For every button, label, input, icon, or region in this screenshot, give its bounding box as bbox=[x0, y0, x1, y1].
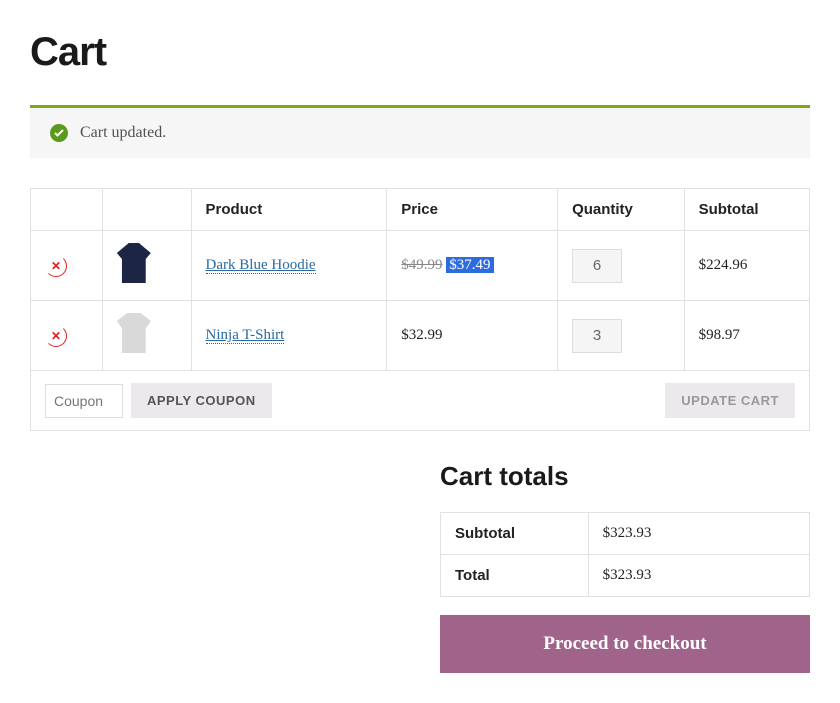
cart-totals: Cart totals Subtotal $323.93 Total $323.… bbox=[440, 461, 810, 673]
total-label: Total bbox=[441, 555, 589, 597]
quantity-input[interactable] bbox=[572, 319, 622, 353]
remove-button[interactable] bbox=[45, 325, 67, 347]
product-thumbnail[interactable] bbox=[117, 313, 151, 353]
checkout-button[interactable]: Proceed to checkout bbox=[440, 615, 810, 673]
col-thumb bbox=[102, 189, 191, 231]
notice-banner: Cart updated. bbox=[30, 105, 810, 158]
price-sale: $37.49 bbox=[446, 257, 493, 273]
notice-text: Cart updated. bbox=[80, 124, 166, 142]
subtotal-cell: $224.96 bbox=[684, 231, 809, 301]
price-original: $49.99 bbox=[401, 257, 442, 273]
subtotal-cell: $98.97 bbox=[684, 301, 809, 371]
product-link[interactable]: Ninja T-Shirt bbox=[206, 327, 285, 344]
price-cell: $49.99 $37.49 bbox=[387, 231, 558, 301]
product-link[interactable]: Dark Blue Hoodie bbox=[206, 257, 316, 274]
quantity-input[interactable] bbox=[572, 249, 622, 283]
col-price: Price bbox=[387, 189, 558, 231]
total-value: $323.93 bbox=[588, 555, 809, 597]
update-cart-button[interactable]: Update Cart bbox=[665, 383, 795, 418]
subtotal-value: $323.93 bbox=[588, 513, 809, 555]
col-remove bbox=[31, 189, 103, 231]
coupon-input[interactable] bbox=[45, 384, 123, 418]
page-title: Cart bbox=[30, 30, 810, 75]
cart-row: Ninja T-Shirt $32.99 $98.97 bbox=[31, 301, 810, 371]
apply-coupon-button[interactable]: Apply Coupon bbox=[131, 383, 272, 418]
col-product: Product bbox=[191, 189, 387, 231]
totals-title: Cart totals bbox=[440, 461, 810, 492]
actions-row: Apply Coupon Update Cart bbox=[31, 371, 810, 431]
subtotal-label: Subtotal bbox=[441, 513, 589, 555]
totals-table: Subtotal $323.93 Total $323.93 bbox=[440, 512, 810, 597]
price-cell: $32.99 bbox=[387, 301, 558, 371]
cart-table: Product Price Quantity Subtotal Dark Blu… bbox=[30, 188, 810, 431]
col-subtotal: Subtotal bbox=[684, 189, 809, 231]
remove-button[interactable] bbox=[45, 255, 67, 277]
product-thumbnail[interactable] bbox=[117, 243, 151, 283]
col-quantity: Quantity bbox=[558, 189, 685, 231]
check-icon bbox=[50, 124, 68, 142]
cart-row: Dark Blue Hoodie $49.99 $37.49 $224.96 bbox=[31, 231, 810, 301]
